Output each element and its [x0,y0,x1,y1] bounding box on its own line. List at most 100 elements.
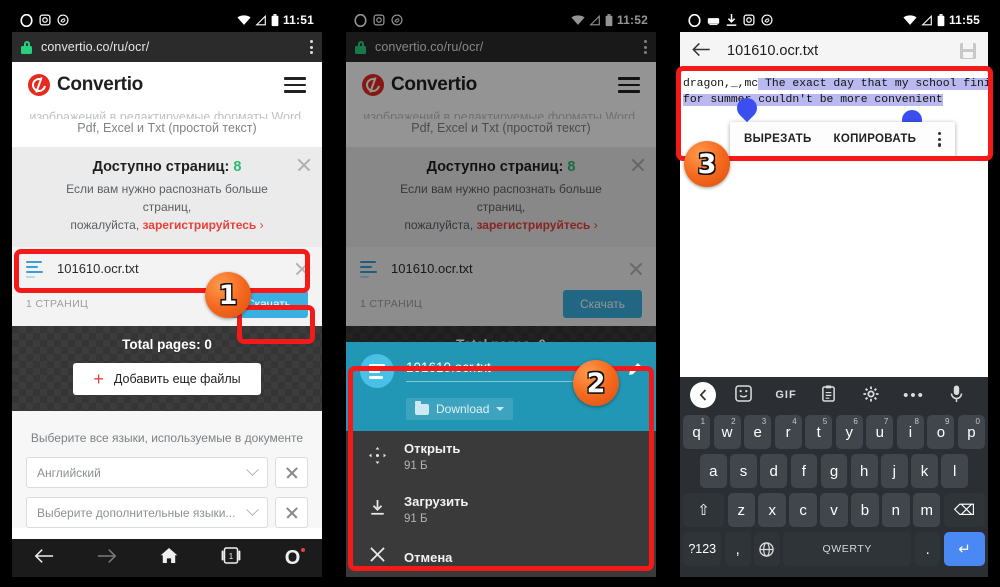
key-g[interactable]: g [820,454,848,488]
hamburger-menu-icon[interactable] [284,77,306,93]
globe-icon[interactable] [754,532,780,566]
browser-url-bar-2[interactable]: convertio.co/ru/ocr/ [346,32,656,62]
save-icon[interactable] [960,43,976,59]
key-y[interactable]: y6 [835,415,863,449]
register-link[interactable]: зарегистрируйтесь [143,218,257,232]
key-b[interactable]: b [851,493,879,527]
battery-icon [605,13,613,26]
key-l[interactable]: l [941,454,969,488]
browser-url-bar-1[interactable]: convertio.co/ru/ocr/ [12,32,322,62]
key-c[interactable]: c [789,493,817,527]
clock-time: 11:52 [616,13,648,27]
close-notice-icon[interactable] [630,157,646,173]
keyboard-icon [707,17,720,25]
key-z[interactable]: z [727,493,755,527]
key-n[interactable]: n [882,493,910,527]
key-r[interactable]: r4 [774,415,802,449]
remove-file-icon[interactable] [628,261,644,277]
sheet-item-download[interactable]: Загрузить 91 Б [346,484,656,537]
language-select-secondary[interactable]: Выберите дополнительные языки... [26,497,268,528]
kebab-menu-icon[interactable] [644,40,647,54]
tabs-icon[interactable]: 1 [221,547,241,569]
txt-file-icon [26,258,46,279]
keyboard-toolbar: GIF ••• [680,377,988,413]
sheet-item-open[interactable]: Открыть 91 Б [346,431,656,484]
annotation-badge-1: 1 [205,272,251,318]
key-x[interactable]: x [758,493,786,527]
key-j[interactable]: j [881,454,908,488]
forward-arrow-icon[interactable] [97,548,117,569]
key-t[interactable]: t5 [805,415,833,449]
key-m[interactable]: m [913,493,941,527]
cut-button[interactable]: ВЫРЕЗАТЬ [744,133,812,145]
site-header: Convertio [346,62,656,108]
key-d[interactable]: d [760,454,787,488]
back-arrow-icon[interactable] [34,548,54,569]
comma-key[interactable]: , [724,532,751,566]
language-row-primary: Английский [26,457,308,488]
add-more-files-label: Добавить еще файлы [113,372,241,386]
back-arrow-icon[interactable] [692,41,711,62]
backspace-key[interactable]: ⌫ [943,493,986,527]
key-p[interactable]: p0 [957,415,985,449]
file-pages-label: 1 СТРАНИЦ [360,298,423,310]
key-f[interactable]: f [790,454,818,488]
download-button[interactable]: Скачать [563,290,642,318]
key-k[interactable]: k [911,454,938,488]
convertio-mark-icon [362,74,384,96]
enter-key[interactable]: ↵ [943,532,985,566]
space-key[interactable]: QWERTY [783,532,912,566]
gif-label[interactable]: GIF [765,389,808,401]
settings-gear-icon[interactable] [850,385,893,405]
clear-secondary-language-button[interactable] [275,497,308,528]
microphone-icon[interactable] [935,385,978,406]
pages-count: 8 [567,159,576,175]
key-h[interactable]: h [850,454,878,488]
key-v[interactable]: v [820,493,848,527]
clear-primary-language-button[interactable] [275,457,308,488]
clipboard-icon[interactable] [807,385,850,405]
numeric-key[interactable]: ?123 [683,532,722,566]
key-o[interactable]: o9 [927,415,955,449]
text-editor-area[interactable]: dragon,_,mc The exact day that my school… [680,70,988,400]
on-screen-keyboard: GIF ••• q1 w2 e3 r 4 t 5 y 6 u 7 i 8 o 9… [680,377,988,577]
copy-button[interactable]: КОПИРОВАТЬ [834,133,917,145]
close-notice-icon[interactable] [296,157,312,173]
hamburger-menu-icon[interactable] [618,77,640,93]
text-context-menu: ВЫРЕЗАТЬ КОПИРОВАТЬ [730,122,956,157]
language-select-primary[interactable]: Английский [26,457,268,488]
shift-key[interactable]: ⇧ [682,493,725,527]
sheet-item-cancel[interactable]: Отмена [346,537,656,577]
folder-selector[interactable]: Download [406,398,514,420]
key-q[interactable]: q1 [683,415,711,449]
key-i[interactable]: i8 [896,415,924,449]
key-a[interactable]: a [699,454,727,488]
sheet-item-label: Отмена [404,549,453,565]
convertio-logo[interactable]: Convertio [28,74,143,96]
add-more-files-button[interactable]: + Добавить еще файлы [73,363,261,395]
key-u[interactable]: u7 [866,415,894,449]
back-chevron-icon[interactable] [690,382,716,408]
sticker-icon[interactable] [722,385,765,405]
convertio-logo[interactable]: Convertio [362,74,477,96]
signal-icon [589,14,600,25]
kebab-menu-icon[interactable] [938,132,942,147]
remove-file-icon[interactable] [294,261,310,277]
key-w[interactable]: w2 [713,415,741,449]
opera-icon [354,13,367,27]
more-dots-icon[interactable]: ••• [893,387,936,404]
opera-menu-icon[interactable]: O [285,547,305,570]
brand-name: Convertio [57,74,143,95]
home-icon[interactable] [160,547,178,569]
notice-title: Доступно страниц: 8 [426,159,576,175]
register-link[interactable]: зарегистрируйтесь [477,218,591,232]
annotation-badge-3: 3 [684,141,730,187]
converted-file-row-2: 101610.ocr.txt 1 СТРАНИЦ Скачать [346,247,656,326]
editor-text[interactable]: dragon,_,mc The exact day that my school… [680,76,988,108]
key-s[interactable]: s [730,454,757,488]
url-text: convertio.co/ru/ocr/ [375,40,484,54]
key-e[interactable]: e3 [744,415,772,449]
period-key[interactable]: . [914,532,941,566]
kebab-menu-icon[interactable] [310,40,313,54]
pencil-icon[interactable] [627,362,642,380]
